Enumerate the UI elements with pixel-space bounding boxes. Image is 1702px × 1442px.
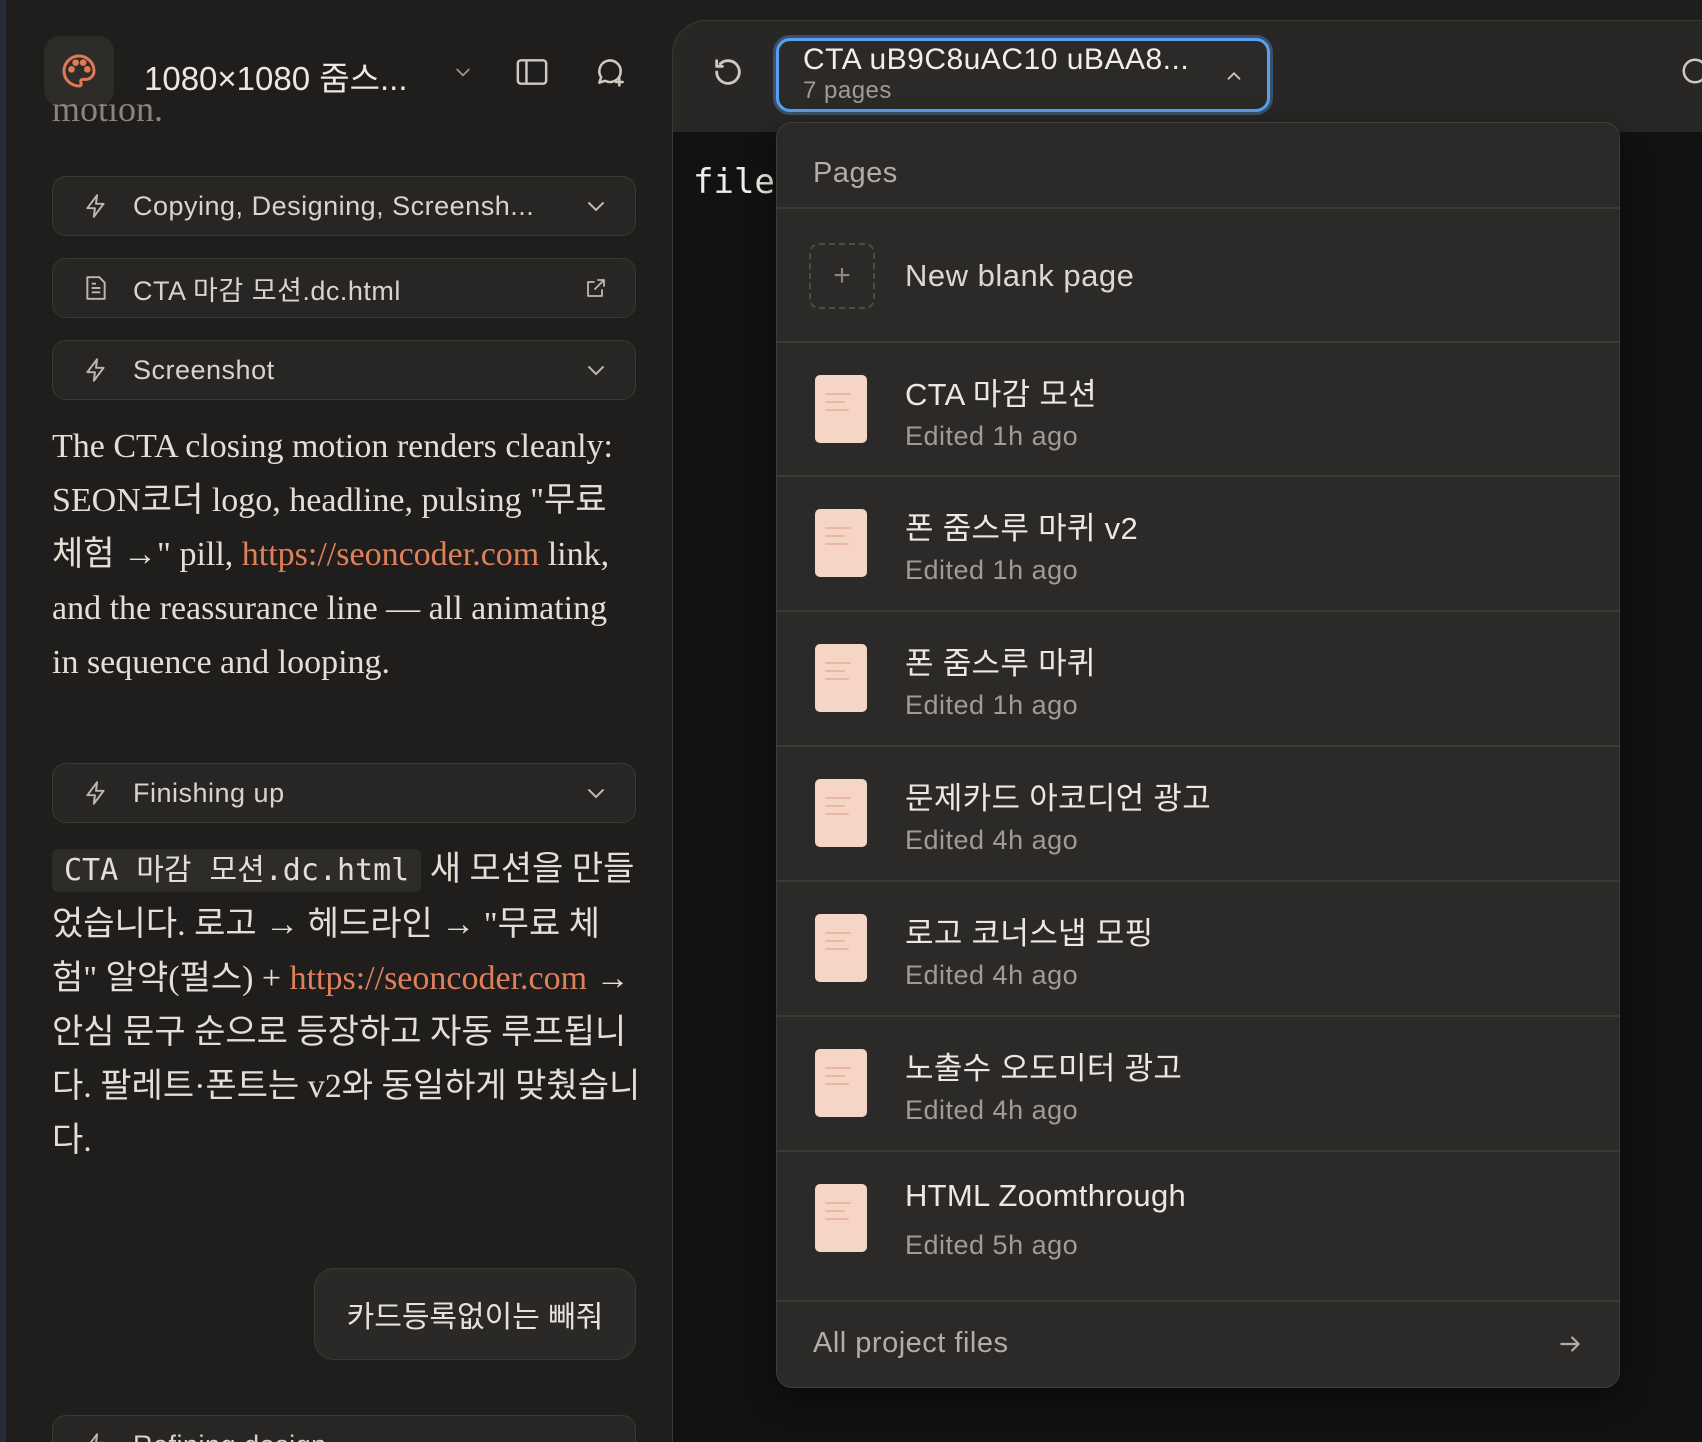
- tool-chip-label: Refining design: [133, 1430, 611, 1442]
- chevron-down-icon[interactable]: [581, 778, 611, 808]
- chat-panel: 1080×1080 줌스... motion. Copying, Designi…: [0, 0, 672, 1442]
- assistant-message-1: The CTA closing motion renders cleanly: …: [52, 420, 642, 690]
- new-page-label: New blank page: [905, 258, 1135, 293]
- canvas-code-text: file: [693, 162, 775, 202]
- file-chip-label: CTA 마감 모션.dc.html: [133, 275, 401, 306]
- bolt-icon: [81, 355, 111, 385]
- page-edited-time: Edited 5h ago: [905, 1230, 1079, 1260]
- page-edited-time: Edited 1h ago: [905, 690, 1079, 720]
- reload-icon[interactable]: [706, 50, 750, 94]
- page-list-item[interactable]: HTML Zoomthrough Edited 5h ago: [777, 1152, 1619, 1286]
- document-icon: [81, 273, 111, 303]
- new-chat-icon[interactable]: [590, 52, 630, 92]
- page-title: 문제카드 아코디언 광고: [905, 781, 1212, 816]
- project-title[interactable]: 1080×1080 줌스...: [144, 52, 408, 100]
- pages-dropdown: Pages + New blank page CTA 마감 모션 Edited …: [776, 122, 1620, 1388]
- page-thumbnail-icon: [815, 509, 867, 577]
- page-edited-time: Edited 4h ago: [905, 1095, 1079, 1125]
- chevron-down-icon[interactable]: [581, 355, 611, 385]
- page-list-item[interactable]: 폰 줌스루 마퀴 Edited 1h ago: [777, 612, 1619, 746]
- page-title: CTA 마감 모션: [905, 377, 1097, 412]
- page-edited-time: Edited 4h ago: [905, 825, 1079, 855]
- page-edited-time: Edited 1h ago: [905, 421, 1079, 451]
- page-thumbnail-icon: [815, 375, 867, 443]
- page-selector[interactable]: CTA uB9C8uAC10 uBAA8... 7 pages: [776, 38, 1270, 112]
- bolt-icon: [81, 1430, 111, 1442]
- tool-chip-label: Screenshot: [133, 354, 275, 385]
- bolt-icon: [81, 778, 111, 808]
- plus-icon: +: [809, 243, 875, 309]
- page-thumbnail-icon: [815, 1049, 867, 1117]
- tool-chip-finishing[interactable]: Finishing up: [52, 763, 636, 823]
- file-chip-cta[interactable]: CTA 마감 모션.dc.html: [52, 258, 636, 318]
- arrow-right-icon: [1557, 1331, 1583, 1357]
- palette-icon[interactable]: [44, 36, 114, 106]
- page-thumbnail-icon: [815, 779, 867, 847]
- chevron-down-icon[interactable]: [443, 52, 483, 92]
- all-project-files-link[interactable]: All project files: [777, 1301, 1619, 1387]
- tool-chip-screenshot[interactable]: Screenshot: [52, 340, 636, 400]
- tool-chip-refining[interactable]: Refining design: [52, 1415, 636, 1442]
- page-list-item[interactable]: CTA 마감 모션 Edited 1h ago: [777, 343, 1619, 477]
- user-message-bubble: 카드등록없이는 빼줘: [314, 1268, 636, 1360]
- inline-code-filename: CTA 마감 모션.dc.html: [52, 849, 422, 892]
- sidebar-toggle-icon[interactable]: [512, 52, 552, 92]
- message-link[interactable]: https://seoncoder.com: [242, 536, 539, 573]
- bolt-icon: [81, 191, 111, 221]
- page-thumbnail-icon: [815, 1184, 867, 1252]
- page-title: 폰 줌스루 마퀴 v2: [905, 511, 1138, 546]
- page-title: 폰 줌스루 마퀴: [905, 646, 1096, 681]
- page-title: 노출수 오도미터 광고: [905, 1051, 1183, 1086]
- tool-chip-label: Finishing up: [133, 777, 285, 808]
- page-edited-time: Edited 1h ago: [905, 555, 1079, 585]
- tool-chip-label: Copying, Designing, Screensh...: [133, 190, 535, 221]
- page-list-item[interactable]: 로고 코너스냅 모핑 Edited 4h ago: [777, 882, 1619, 1016]
- search-icon[interactable]: [1680, 56, 1702, 86]
- page-edited-time: Edited 4h ago: [905, 960, 1079, 990]
- page-thumbnail-icon: [815, 644, 867, 712]
- page-title: HTML Zoomthrough: [905, 1178, 1187, 1213]
- chevron-up-icon: [1223, 65, 1245, 87]
- selected-page-title: CTA uB9C8uAC10 uBAA8...: [803, 43, 1190, 76]
- page-list-item[interactable]: 노출수 오도미터 광고 Edited 4h ago: [777, 1017, 1619, 1151]
- external-link-icon[interactable]: [581, 273, 611, 303]
- truncated-message-text: motion.: [52, 104, 164, 129]
- footer-label: All project files: [813, 1327, 1009, 1359]
- tool-chip-copying[interactable]: Copying, Designing, Screensh...: [52, 176, 636, 236]
- message-link[interactable]: https://seoncoder.com: [290, 960, 587, 997]
- dropdown-header: Pages: [813, 157, 898, 189]
- assistant-message-2: CTA 마감 모션.dc.html 새 모션을 만들었습니다. 로고 → 헤드라…: [52, 843, 642, 1168]
- page-title: 로고 코너스냅 모핑: [905, 916, 1154, 951]
- chevron-down-icon[interactable]: [581, 191, 611, 221]
- page-count: 7 pages: [803, 77, 892, 104]
- page-list-item[interactable]: 폰 줌스루 마퀴 v2 Edited 1h ago: [777, 477, 1619, 611]
- page-thumbnail-icon: [815, 914, 867, 982]
- page-list-item[interactable]: 문제카드 아코디언 광고 Edited 4h ago: [777, 747, 1619, 881]
- new-blank-page-button[interactable]: + New blank page: [777, 209, 1619, 343]
